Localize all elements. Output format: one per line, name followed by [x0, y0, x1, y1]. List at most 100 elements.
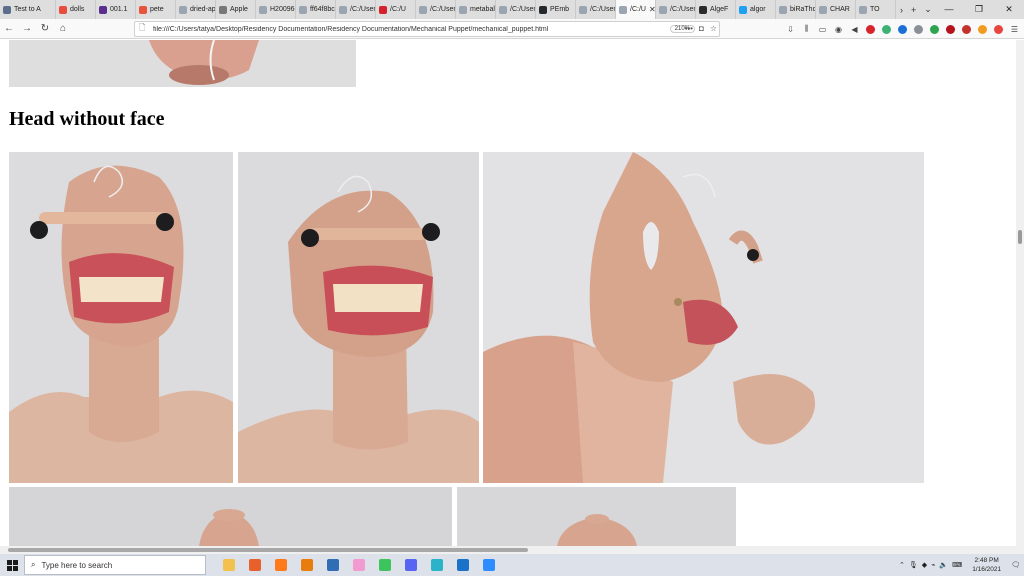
close-window-button[interactable]: ✕	[994, 0, 1024, 19]
address-bar[interactable]: 🗋 file:///C:/Users/tatya/Desktop/Residen…	[134, 21, 720, 37]
file-explorer-icon[interactable]	[216, 554, 242, 576]
browser-tab[interactable]: 001.1	[96, 0, 136, 19]
extension-gray-icon[interactable]	[913, 24, 924, 35]
browser-tab[interactable]: PEmb	[536, 0, 576, 19]
browser-tab[interactable]: Test to A	[0, 0, 56, 19]
tab-favicon-icon	[699, 5, 707, 14]
horizontal-scrollbar[interactable]	[0, 546, 1024, 554]
reload-icon[interactable]: ↻	[36, 23, 54, 34]
extension-red-icon[interactable]	[865, 24, 876, 35]
browser-tab[interactable]: CHAR	[816, 0, 856, 19]
extension-orange-icon[interactable]	[977, 24, 988, 35]
browser-tab[interactable]: /C:/U	[376, 0, 416, 19]
tab-label: metaball	[470, 6, 496, 13]
extensions-toolbar: ⇩ ⫼ ▭ ◉ ◀ ☰	[785, 20, 1020, 38]
dropbox-icon[interactable]: ◆	[922, 561, 927, 569]
browser-tab[interactable]: Apple	[216, 0, 256, 19]
zoom-icon[interactable]	[476, 554, 502, 576]
sidebar-icon[interactable]: ▭	[817, 24, 828, 35]
microphone-icon[interactable]: 🎙	[909, 561, 918, 569]
browser-tab[interactable]: TO	[856, 0, 896, 19]
extension-ublock-icon[interactable]	[945, 24, 956, 35]
menu-icon[interactable]: ☰	[1009, 24, 1020, 35]
browser-tab[interactable]: /C:/User	[656, 0, 696, 19]
browser-tab[interactable]: /C:/User	[496, 0, 536, 19]
back-icon[interactable]: ←	[0, 23, 18, 34]
tab-label: pete	[150, 6, 164, 13]
extension-megaphone-icon[interactable]	[961, 24, 972, 35]
firefox-icon-glyph	[249, 559, 261, 571]
app-teal-icon[interactable]	[424, 554, 450, 576]
tab-list-icon[interactable]: ⌄	[924, 4, 932, 15]
browser-tab[interactable]: /C:/User	[416, 0, 456, 19]
extension-shield-icon[interactable]	[881, 24, 892, 35]
network-icon[interactable]: ⌁	[931, 561, 935, 569]
app-blue-icon-glyph	[327, 559, 339, 571]
clock-time: 2:48 PM	[974, 557, 999, 564]
browser-tab[interactable]: dried-app	[176, 0, 216, 19]
tab-favicon-icon	[59, 5, 67, 14]
app-blue-icon[interactable]	[320, 554, 346, 576]
browser-tab[interactable]: algor	[736, 0, 776, 19]
discord-icon[interactable]	[398, 554, 424, 576]
notifications-icon[interactable]: 🗨	[1011, 561, 1020, 569]
tab-close-icon[interactable]: ✕	[649, 5, 655, 14]
browser-tab[interactable]: /C:/User	[576, 0, 616, 19]
url-text[interactable]: file:///C:/Users/tatya/Desktop/Residency…	[153, 26, 670, 33]
browser-tab[interactable]: metaball	[456, 0, 496, 19]
tab-label: H20096-1.	[270, 6, 295, 13]
tab-favicon-icon	[579, 5, 587, 14]
browser-tab[interactable]: /C:/User	[336, 0, 376, 19]
speaker-icon[interactable]: ◀	[849, 24, 860, 35]
browser-tab[interactable]: /C:/U ✕	[616, 0, 656, 19]
sublime-text-icon-glyph	[275, 559, 287, 571]
tab-label: algor	[750, 6, 766, 13]
new-tab-icon[interactable]: +	[911, 5, 916, 15]
extension-blue-icon[interactable]	[897, 24, 908, 35]
search-placeholder: Type here to search	[41, 560, 113, 570]
taskbar-search-box[interactable]: ⌕ Type here to search	[24, 555, 206, 575]
tab-label: Apple	[230, 6, 248, 13]
tab-favicon-icon	[219, 5, 227, 14]
tab-favicon-icon	[459, 5, 467, 14]
keyboard-icon[interactable]: ⌨	[952, 561, 962, 569]
library-icon[interactable]: ⫼	[801, 24, 812, 35]
maximize-button[interactable]: ❐	[964, 0, 994, 19]
browser-tab[interactable]: ff64f8bca	[296, 0, 336, 19]
windows-start-icon[interactable]	[0, 554, 24, 576]
tab-scroll-icon[interactable]: ›	[900, 5, 903, 15]
page-actions-icon[interactable]: •••	[685, 24, 693, 33]
bookmark-star-icon[interactable]: ☆	[710, 24, 717, 33]
account-icon[interactable]: ◉	[833, 24, 844, 35]
browser-tab[interactable]: biRaThday	[776, 0, 816, 19]
browser-tab[interactable]: dolls	[56, 0, 96, 19]
downloads-icon[interactable]: ⇩	[785, 24, 796, 35]
forward-icon[interactable]: →	[18, 23, 36, 34]
volume-icon[interactable]: 🔈	[939, 561, 948, 569]
firefox-icon[interactable]	[242, 554, 268, 576]
vertical-scrollbar[interactable]	[1016, 40, 1024, 546]
minimize-button[interactable]: —	[934, 0, 964, 19]
extension-colorful-icon[interactable]	[993, 24, 1004, 35]
browser-tab[interactable]: H20096-1.	[256, 0, 296, 19]
browser-tab[interactable]: AlgeF	[696, 0, 736, 19]
horizontal-scrollbar-thumb[interactable]	[8, 548, 528, 552]
app-green-icon[interactable]	[372, 554, 398, 576]
browser-tab[interactable]: pete	[136, 0, 176, 19]
pocket-icon[interactable]: ◘	[699, 24, 704, 33]
section-heading: Head without face	[9, 108, 165, 130]
photos-icon[interactable]	[450, 554, 476, 576]
vertical-scrollbar-thumb[interactable]	[1018, 230, 1022, 244]
system-tray: ⌃ 🎙 ◆ ⌁ 🔈 ⌨ 2:48 PM 1/16/2021 🗨	[899, 554, 1024, 576]
home-icon[interactable]: ⌂	[54, 23, 72, 34]
extension-green-icon[interactable]	[929, 24, 940, 35]
blender-icon[interactable]	[294, 554, 320, 576]
show-hidden-icons-icon[interactable]: ⌃	[899, 561, 905, 569]
sublime-text-icon[interactable]	[268, 554, 294, 576]
app-pink-icon[interactable]	[346, 554, 372, 576]
tab-favicon-icon	[139, 5, 147, 14]
tab-favicon-icon	[299, 5, 307, 14]
taskbar-clock[interactable]: 2:48 PM 1/16/2021	[972, 556, 1001, 574]
tab-favicon-icon	[339, 5, 347, 14]
tab-favicon-icon	[419, 5, 427, 14]
